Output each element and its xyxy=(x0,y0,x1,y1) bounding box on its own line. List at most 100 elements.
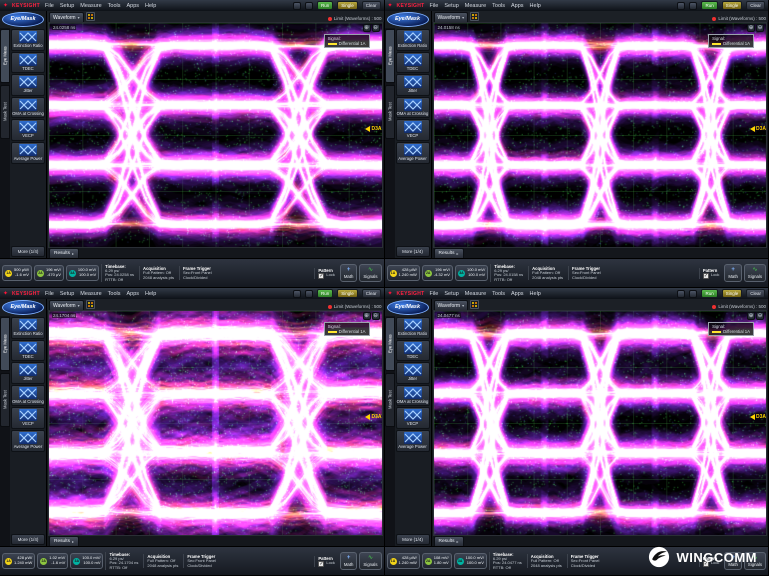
zoom-in-icon[interactable]: ⊕ xyxy=(363,24,371,32)
run-button[interactable]: Run xyxy=(701,289,717,298)
math-button[interactable]: + Math xyxy=(340,552,358,570)
channel-chip-3a[interactable]: 3A 100.0 mV/ 100.0 mV xyxy=(454,553,487,569)
touch-icon[interactable] xyxy=(689,290,697,298)
zoom-in-icon[interactable]: ⊕ xyxy=(747,24,755,32)
menu-setup[interactable]: Setup xyxy=(443,291,459,297)
measure-button-vecp[interactable]: VECP xyxy=(396,119,430,141)
channel-chip-1a[interactable]: 1A 428 μW/ 1.240 mW xyxy=(2,553,35,569)
screen-capture-icon[interactable] xyxy=(293,2,301,10)
measure-button-extinction-ratio[interactable]: Extinction Ratio xyxy=(11,317,45,339)
channel-chip-3a[interactable]: 3A 100.0 mV/ 100.0 mV xyxy=(455,265,488,281)
single-button[interactable]: Single xyxy=(337,289,358,298)
app-logo[interactable]: Eye/Mask xyxy=(2,12,44,27)
menu-apps[interactable]: Apps xyxy=(126,291,141,297)
menu-tools[interactable]: Tools xyxy=(491,3,506,9)
measure-button-average-power[interactable]: Average Power xyxy=(11,430,45,452)
measure-button-tdec[interactable]: TDEC xyxy=(11,340,45,362)
app-logo[interactable]: Eye/Mask xyxy=(2,300,44,315)
channel-chip-1a[interactable]: 1A 428 μW/ 1.240 mW xyxy=(387,265,420,281)
touch-icon[interactable] xyxy=(689,2,697,10)
math-button[interactable]: + Math xyxy=(340,264,358,282)
results-tab[interactable]: Results ▸ xyxy=(49,248,79,258)
menu-file[interactable]: File xyxy=(429,291,440,297)
channel-chip-2a[interactable]: 2A 196 mV/ -470 μV xyxy=(34,265,64,281)
pattern-lock-checkbox[interactable]: ✓ xyxy=(703,273,709,279)
waveform-display[interactable]: 24.0258 ns ⊕ ⊖ Signal: Differential 1A xyxy=(48,22,383,248)
measure-button-tdec[interactable]: TDEC xyxy=(11,52,45,74)
pattern-lock-checkbox[interactable]: ✓ xyxy=(318,273,324,279)
channel-chip-2a[interactable]: 2A 196 mV/ -4.32 mV xyxy=(422,265,453,281)
math-button[interactable]: + Math xyxy=(724,264,742,282)
signals-button[interactable]: ∿ Signals xyxy=(359,552,381,570)
frame-trigger-block[interactable]: Frame Trigger Sec:Front Panel Clock/Divi… xyxy=(567,554,603,568)
run-button[interactable]: Run xyxy=(701,1,717,10)
zoom-out-icon[interactable]: ⊖ xyxy=(372,24,380,32)
waveform-display[interactable]: 24.1704 ns ⊕ ⊖ Signal: Differential 1A xyxy=(48,310,383,536)
menu-file[interactable]: File xyxy=(44,3,55,9)
clear-button[interactable]: Clear xyxy=(746,289,765,298)
single-button[interactable]: Single xyxy=(722,1,743,10)
timebase-block[interactable]: Timebase: 6.29 ps/ Pos: 24.1704 ns RTTB:… xyxy=(105,552,141,571)
zoom-out-icon[interactable]: ⊖ xyxy=(372,312,380,320)
menu-setup[interactable]: Setup xyxy=(59,291,75,297)
menu-measure[interactable]: Measure xyxy=(464,3,487,9)
menu-apps[interactable]: Apps xyxy=(510,291,525,297)
menu-setup[interactable]: Setup xyxy=(443,3,459,9)
color-grade-icon[interactable] xyxy=(470,12,479,21)
menu-help[interactable]: Help xyxy=(144,291,157,297)
screen-capture-icon[interactable] xyxy=(293,290,301,298)
measure-button-tdec[interactable]: TDEC xyxy=(396,340,430,362)
channel-chip-3a[interactable]: 3A 100.0 mV/ 100.0 mV xyxy=(70,553,103,569)
clear-button[interactable]: Clear xyxy=(746,1,765,10)
tab-mask-test[interactable]: Mask Test xyxy=(385,373,395,427)
zoom-in-icon[interactable]: ⊕ xyxy=(747,312,755,320)
tab-eye-meas[interactable]: Eye Meas xyxy=(385,317,395,371)
menu-measure[interactable]: Measure xyxy=(79,291,102,297)
measure-button-extinction-ratio[interactable]: Extinction Ratio xyxy=(11,29,45,51)
color-grade-icon[interactable] xyxy=(86,12,95,21)
pattern-lock-checkbox[interactable]: ✓ xyxy=(318,561,324,567)
frame-trigger-block[interactable]: Frame Trigger Sec:Front Panel Clock/Divi… xyxy=(179,266,215,280)
measure-button-oma-at-crossing[interactable]: OMA at Crossing xyxy=(396,97,430,119)
measure-button-average-power[interactable]: Average Power xyxy=(396,430,430,452)
tab-eye-meas[interactable]: Eye Meas xyxy=(385,29,395,83)
tab-mask-test[interactable]: Mask Test xyxy=(0,373,10,427)
clear-button[interactable]: Clear xyxy=(362,289,381,298)
single-button[interactable]: Single xyxy=(722,289,743,298)
timebase-block[interactable]: Timebase: 6.29 ps/ Pos: 24.0158 ns RTTB:… xyxy=(490,264,526,283)
waveform-tab[interactable]: Waveform ▾ xyxy=(434,300,469,310)
screen-capture-icon[interactable] xyxy=(677,2,685,10)
measure-button-oma-at-crossing[interactable]: OMA at Crossing xyxy=(396,385,430,407)
clear-button[interactable]: Clear xyxy=(362,1,381,10)
menu-file[interactable]: File xyxy=(429,3,440,9)
color-grade-icon[interactable] xyxy=(470,300,479,309)
channel-marker[interactable]: D3A xyxy=(750,414,766,420)
menu-help[interactable]: Help xyxy=(144,3,157,9)
channel-marker[interactable]: D3A xyxy=(750,126,766,132)
zoom-in-icon[interactable]: ⊕ xyxy=(363,312,371,320)
zoom-out-icon[interactable]: ⊖ xyxy=(756,24,764,32)
zoom-out-icon[interactable]: ⊖ xyxy=(756,312,764,320)
waveform-tab[interactable]: Waveform ▾ xyxy=(49,300,84,310)
frame-trigger-block[interactable]: Frame Trigger Sec:Front Panel Clock/Divi… xyxy=(568,266,604,280)
more-button[interactable]: More (1/4) xyxy=(396,246,430,257)
channel-chip-1a[interactable]: 1A 428 μW/ 1.240 mW xyxy=(387,553,420,569)
channel-marker[interactable]: D3A xyxy=(365,414,381,420)
menu-apps[interactable]: Apps xyxy=(510,3,525,9)
channel-chip-1a[interactable]: 1A 500 μW/ -1.6 mV xyxy=(2,265,32,281)
signals-button[interactable]: ∿ Signals xyxy=(744,264,766,282)
waveform-tab[interactable]: Waveform ▾ xyxy=(49,12,84,22)
channel-chip-3a[interactable]: 3A 100.0 mV/ 100.0 mV xyxy=(66,265,99,281)
results-tab[interactable]: Results ▸ xyxy=(434,248,464,258)
waveform-tab[interactable]: Waveform ▾ xyxy=(434,12,469,22)
measure-button-extinction-ratio[interactable]: Extinction Ratio xyxy=(396,29,430,51)
measure-button-vecp[interactable]: VECP xyxy=(11,119,45,141)
more-button[interactable]: More (1/4) xyxy=(11,246,45,257)
menu-measure[interactable]: Measure xyxy=(464,291,487,297)
screen-capture-icon[interactable] xyxy=(677,290,685,298)
acquisition-block[interactable]: Acquisition Full Pattern: Off 2048 analy… xyxy=(527,554,565,568)
menu-file[interactable]: File xyxy=(44,291,55,297)
waveform-display[interactable]: 24.0477 ns ⊕ ⊖ Signal: Differential 1A xyxy=(433,310,768,536)
timebase-block[interactable]: Timebase: 6.29 ps/ Pos: 24.0477 ns RTTB:… xyxy=(489,552,525,571)
measure-button-oma-at-crossing[interactable]: OMA at Crossing xyxy=(11,97,45,119)
